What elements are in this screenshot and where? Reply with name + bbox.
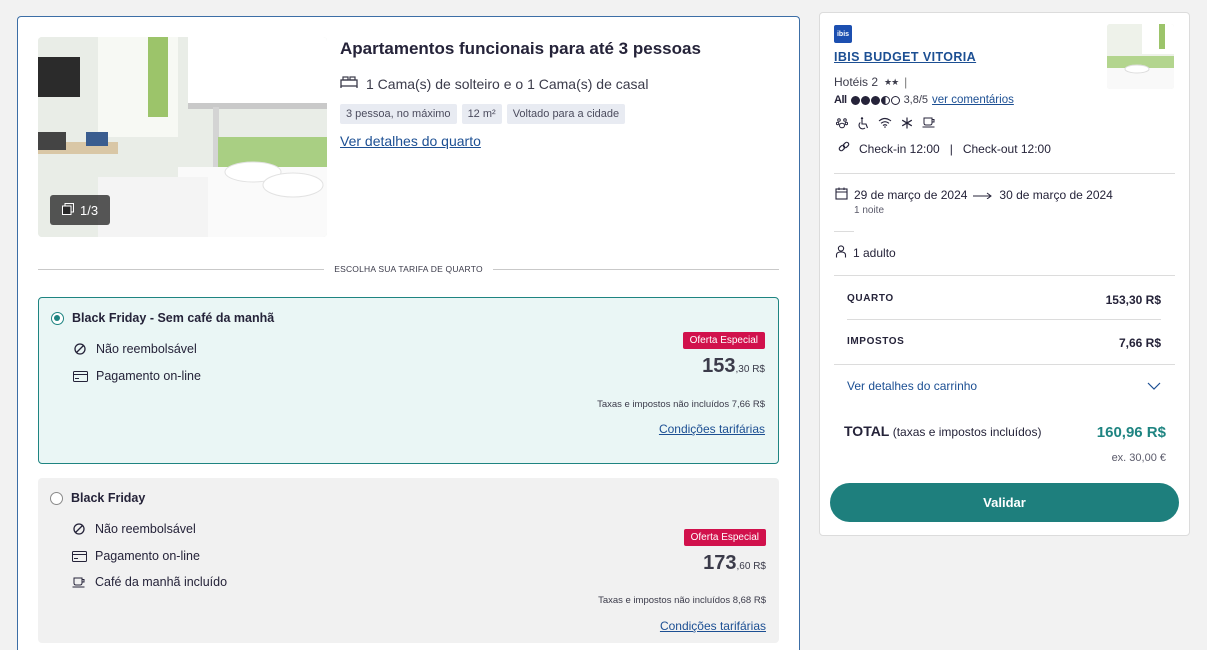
no-refund-icon <box>71 523 87 535</box>
room-photo[interactable]: 1/3 <box>38 37 327 237</box>
checkin-time: Check-in 12:00 <box>859 142 940 156</box>
room-tags: 3 pessoa, no máximo 12 m² Voltado para a… <box>340 104 626 124</box>
rating-dot-full <box>870 95 880 105</box>
hotel-rating: All 3,8/5 ver comentários <box>834 94 1014 106</box>
booking-summary: ibis IBIS BUDGET VITORIA Hotéis 2 ★★ | A… <box>819 12 1190 536</box>
room-tag: Voltado para a cidade <box>506 104 626 124</box>
hotel-thumbnail-image <box>1107 24 1174 89</box>
room-details-link[interactable]: Ver detalhes do quarto <box>340 133 481 149</box>
special-offer-badge: Oferta Especial <box>682 332 765 349</box>
reviews-link[interactable]: ver comentários <box>932 94 1014 106</box>
coffee-icon <box>71 577 87 588</box>
tax-line: IMPOSTOS 7,66 R$ <box>847 336 1161 350</box>
rating-dot-empty <box>890 95 900 105</box>
tax-value: 7,66 R$ <box>1118 336 1161 350</box>
stay-dates: 29 de março de 2024 30 de março de 2024 <box>835 187 1113 203</box>
bed-info: 1 Cama(s) de solteiro e o 1 Cama(s) de c… <box>340 75 648 92</box>
validate-button[interactable]: Validar <box>830 483 1179 522</box>
total-price: 160,96 R$ <box>1096 424 1166 441</box>
gallery-icon <box>62 202 74 218</box>
card-icon <box>71 550 87 562</box>
separator: | <box>904 75 908 89</box>
rating-value: 3,8/5 <box>903 94 929 106</box>
no-refund-icon <box>72 343 88 355</box>
rating-dots <box>850 95 900 105</box>
guests-text: 1 adulto <box>853 246 896 260</box>
checkout-time: Check-out 12:00 <box>962 142 1051 156</box>
room-price-value: 153,30 R$ <box>1105 293 1161 307</box>
rate-conditions-link[interactable]: Condições tarifárias <box>659 422 765 436</box>
rate-condition: Não reembolsável <box>72 342 197 356</box>
rate-condition: Café da manhã incluído <box>71 575 227 589</box>
pet-icon <box>835 117 849 133</box>
divider <box>834 364 1175 365</box>
rate-price: 173,60 R$ <box>703 552 766 574</box>
room-title: Apartamentos funcionais para até 3 pesso… <box>340 39 701 58</box>
rate-option-black-friday[interactable]: Black Friday Não reembolsável Pagamento … <box>38 478 779 643</box>
room-tag: 12 m² <box>461 104 502 124</box>
person-icon <box>835 245 847 261</box>
amenity-icons <box>835 117 936 133</box>
checkin-checkout: Check-in 12:00 | Check-out 12:00 <box>838 141 1051 157</box>
rate-condition: Não reembolsável <box>71 522 196 536</box>
date-to: 30 de março de 2024 <box>999 188 1113 202</box>
total-label-group: TOTAL (taxas e impostos incluídos) <box>844 423 1041 439</box>
separator: | <box>949 142 953 156</box>
rate-conditions-link[interactable]: Condições tarifárias <box>660 619 766 633</box>
rate-name: Black Friday <box>71 491 146 505</box>
rating-dot-full <box>860 95 870 105</box>
room-card: 1/3 Apartamentos funcionais para até 3 p… <box>17 16 800 650</box>
rate-name: Black Friday - Sem café da manhã <box>72 311 275 325</box>
divider <box>834 173 1175 174</box>
total-euro: ex. 30,00 € <box>1111 452 1166 464</box>
chevron-down-icon <box>1147 379 1161 393</box>
rating-dot-partial <box>880 95 890 105</box>
divider <box>834 275 1175 276</box>
breakfast-icon <box>922 117 936 133</box>
hotel-brand-logo: ibis <box>834 25 852 43</box>
cart-details-toggle[interactable]: Ver detalhes do carrinho <box>847 379 1161 393</box>
bed-info-text: 1 Cama(s) de solteiro e o 1 Cama(s) de c… <box>366 75 649 92</box>
arrow-right-icon <box>973 188 993 202</box>
rate-condition: Pagamento on-line <box>72 369 201 383</box>
special-offer-badge: Oferta Especial <box>683 529 766 546</box>
accessibility-icon <box>857 117 869 133</box>
guests: 1 adulto <box>835 245 896 261</box>
photo-gallery-button[interactable]: 1/3 <box>50 195 111 225</box>
air-conditioning-icon <box>901 117 913 133</box>
cart-details-label: Ver detalhes do carrinho <box>847 379 978 393</box>
nights-count: 1 noite <box>854 205 885 216</box>
wifi-icon <box>878 117 892 133</box>
room-tag: 3 pessoa, no máximo <box>340 104 457 124</box>
divider <box>847 319 1161 320</box>
rate-option-black-friday-no-breakfast[interactable]: Black Friday - Sem café da manhã Não ree… <box>38 297 779 464</box>
divider <box>834 231 854 232</box>
rate-taxes: Taxas e impostos não incluídos 8,68 R$ <box>598 595 766 606</box>
rate-divider: ESCOLHA SUA TARIFA DE QUARTO <box>38 264 779 274</box>
bed-icon <box>340 75 358 92</box>
rate-price: 153,30 R$ <box>702 355 765 377</box>
calendar-icon <box>835 187 848 203</box>
tax-label: IMPOSTOS <box>847 336 905 347</box>
photo-counter-text: 1/3 <box>80 202 99 218</box>
hotel-category: Hotéis 2 ★★ | <box>834 75 908 89</box>
clock-link-icon <box>838 141 851 157</box>
total-note: (taxas e impostos incluídos) <box>892 425 1042 439</box>
rate-radio[interactable] <box>50 492 63 505</box>
total-label: TOTAL <box>844 423 890 439</box>
rate-taxes: Taxas e impostos não incluídos 7,66 R$ <box>597 399 765 410</box>
room-price-label: QUARTO <box>847 293 894 304</box>
all-brand-icon: All <box>834 94 847 106</box>
rate-divider-label: ESCOLHA SUA TARIFA DE QUARTO <box>324 264 493 274</box>
rating-dot-full <box>850 95 860 105</box>
date-from: 29 de março de 2024 <box>854 188 968 202</box>
star-rating-icon: ★★ <box>884 76 899 87</box>
rate-condition: Pagamento on-line <box>71 549 200 563</box>
hotel-thumbnail[interactable] <box>1107 24 1174 89</box>
hotel-name-link[interactable]: IBIS BUDGET VITORIA <box>834 50 976 64</box>
rate-radio-selected[interactable] <box>51 312 64 325</box>
room-price-line: QUARTO 153,30 R$ <box>847 293 1161 307</box>
card-icon <box>72 370 88 382</box>
